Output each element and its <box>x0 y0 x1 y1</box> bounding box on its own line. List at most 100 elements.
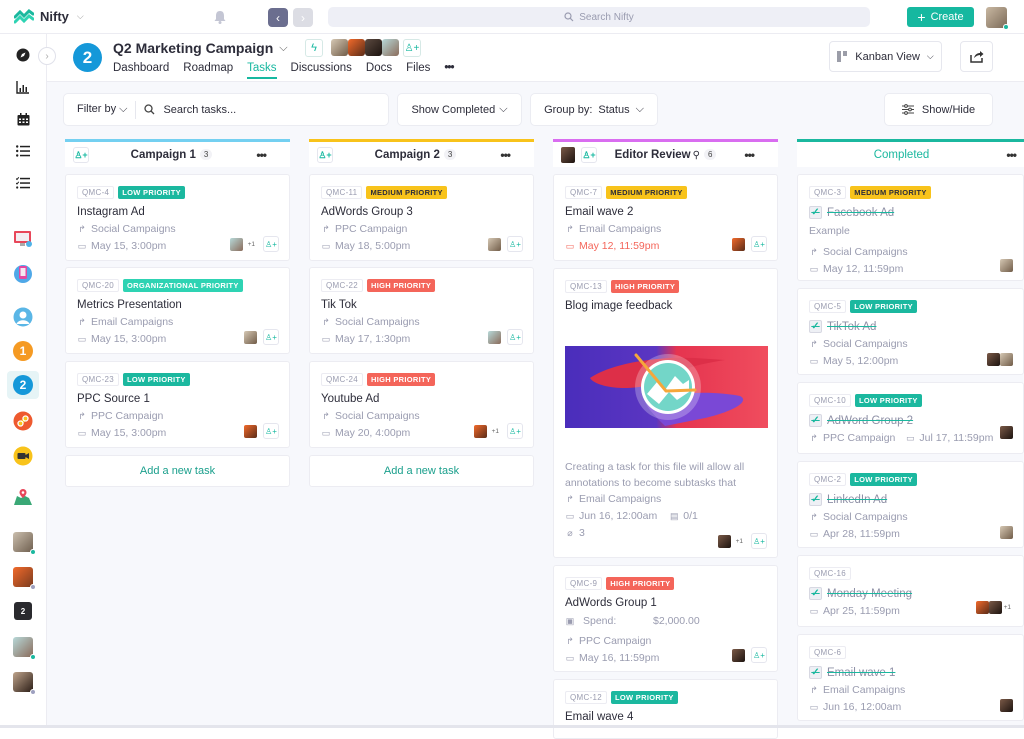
task-id: QMC-3 <box>809 186 846 199</box>
task-card[interactable]: QMC-13HIGH PRIORITY Blog image feedback … <box>553 268 778 558</box>
complete-checkbox[interactable]: ✓ <box>809 206 822 219</box>
share-button[interactable] <box>960 41 993 72</box>
task-due-date: May 16, 11:59pm <box>579 652 659 664</box>
back-button[interactable]: ‹ <box>268 8 288 27</box>
assign-button[interactable]: ♙+ <box>751 236 767 252</box>
tab-roadmap[interactable]: Roadmap <box>183 62 241 78</box>
attachment-image-preview[interactable] <box>565 346 768 428</box>
sidebar-dm-group[interactable]: 2 <box>12 600 34 622</box>
task-card[interactable]: QMC-24HIGH PRIORITY Youtube Ad ↱Social C… <box>309 361 534 448</box>
column-menu-button[interactable]: ••• <box>500 148 510 162</box>
tab-docs[interactable]: Docs <box>366 62 400 78</box>
complete-checkbox[interactable]: ✓ <box>809 493 822 506</box>
project-title[interactable]: Q2 Marketing Campaign ⌵ <box>113 40 288 56</box>
create-button[interactable]: + Create <box>907 7 974 27</box>
show-completed-dropdown[interactable]: Show Completed⌵ <box>397 93 522 126</box>
complete-checkbox[interactable]: ✓ <box>809 320 822 333</box>
sidebar-item-reports[interactable] <box>12 76 34 98</box>
assign-button[interactable]: ♙+ <box>263 236 279 252</box>
filter-by-label: Filter by <box>77 103 116 116</box>
column-menu-button[interactable]: ••• <box>256 148 266 162</box>
task-due-date: Apr 25, 11:59pm <box>823 605 900 617</box>
task-card[interactable]: QMC-7MEDIUM PRIORITY Email wave 2 ↱Email… <box>553 174 778 261</box>
global-search-input[interactable]: Search Nifty <box>328 7 870 27</box>
sidebar-dm-user-4[interactable] <box>12 671 34 693</box>
task-card[interactable]: QMC-16 ✓Monday Meeting ▭Apr 25, 11:59pm … <box>797 555 1024 627</box>
project-header: 2 Q2 Marketing Campaign ⌵ ϟ ♙+ Dashboard… <box>47 34 1024 82</box>
add-user-icon: ♙+ <box>509 240 521 249</box>
sidebar-project-1[interactable]: 1 <box>12 340 34 362</box>
list-arrow-icon: ↱ <box>809 247 819 258</box>
project-members: ♙+ <box>331 39 421 57</box>
task-due-date-overdue: May 12, 11:59pm <box>579 240 659 252</box>
sidebar-project-camera[interactable] <box>12 445 34 467</box>
column-menu-button[interactable]: ••• <box>744 148 754 162</box>
task-card[interactable]: QMC-3MEDIUM PRIORITY ✓Facebook Ad Exampl… <box>797 174 1024 281</box>
sidebar-item-tasks[interactable] <box>12 140 34 162</box>
task-card[interactable]: QMC-22HIGH PRIORITY Tik Tok ↱Social Camp… <box>309 267 534 354</box>
task-card[interactable]: QMC-20ORGANIZATIONAL PRIORITY Metrics Pr… <box>65 267 290 354</box>
sidebar-project-user[interactable] <box>12 306 34 328</box>
more-tabs-button[interactable]: ••• <box>444 62 461 78</box>
task-card[interactable]: QMC-4LOW PRIORITY Instagram Ad ↱Social C… <box>65 174 290 261</box>
workspace-switcher[interactable]: Nifty ⌵ <box>14 9 84 25</box>
tab-tasks[interactable]: Tasks <box>247 62 284 78</box>
kanban-column-editor-review: ♙+ Editor Review⚲6 ••• QMC-7MEDIUM PRIOR… <box>553 139 778 167</box>
task-search-input[interactable]: Search tasks... <box>163 104 236 116</box>
assign-button[interactable]: ♙+ <box>263 329 279 345</box>
task-card[interactable]: QMC-11MEDIUM PRIORITY AdWords Group 3 ↱P… <box>309 174 534 261</box>
sidebar-project-monitor[interactable] <box>12 228 34 250</box>
forward-button[interactable]: › <box>293 8 313 27</box>
task-card[interactable]: QMC-2LOW PRIORITY ✓LinkedIn Ad ↱Social C… <box>797 461 1024 548</box>
task-card[interactable]: QMC-9HIGH PRIORITY AdWords Group 1 ▣Spen… <box>553 565 778 672</box>
add-task-button[interactable]: Add a new task <box>309 455 534 487</box>
view-switcher[interactable]: Kanban View ⌵ <box>829 41 942 72</box>
member-avatar[interactable] <box>365 39 382 56</box>
task-card[interactable]: QMC-10LOW PRIORITY ✓AdWord Group 2 ↱PPC … <box>797 382 1024 454</box>
assign-button[interactable]: ♙+ <box>507 329 523 345</box>
away-status-dot <box>30 584 36 590</box>
assign-button[interactable]: ♙+ <box>751 647 767 663</box>
invite-member-button[interactable]: ♙+ <box>403 39 421 57</box>
top-bar: Nifty ⌵ ‹ › Search Nifty + Create <box>0 0 1024 34</box>
sidebar-dm-user-2[interactable] <box>12 566 34 588</box>
group-by-dropdown[interactable]: Group by:Status⌵ <box>530 93 658 126</box>
sidebar-dm-user-3[interactable] <box>12 636 34 658</box>
member-avatar[interactable] <box>331 39 348 56</box>
expand-sidebar-button[interactable]: › <box>38 47 56 65</box>
tab-dashboard[interactable]: Dashboard <box>113 62 177 78</box>
task-card[interactable]: QMC-6 ✓Email wave 1 ↱Email Campaigns ▭Ju… <box>797 634 1024 721</box>
column-menu-button[interactable]: ••• <box>1006 148 1016 162</box>
tab-discussions[interactable]: Discussions <box>291 62 360 78</box>
show-hide-button[interactable]: Show/Hide <box>884 93 993 126</box>
sidebar-dm-user-1[interactable] <box>12 531 34 553</box>
member-avatar[interactable] <box>382 39 399 56</box>
notification-bell-icon[interactable] <box>212 9 228 25</box>
sidebar-project-phone[interactable] <box>12 263 34 285</box>
assignee-avatar <box>488 331 501 344</box>
user-avatar[interactable] <box>986 7 1007 28</box>
sidebar-item-explore[interactable] <box>12 44 34 66</box>
complete-checkbox[interactable]: ✓ <box>809 666 822 679</box>
automations-button[interactable]: ϟ <box>305 39 323 57</box>
task-card[interactable]: QMC-23LOW PRIORITY PPC Source 1 ↱PPC Cam… <box>65 361 290 448</box>
assign-button[interactable]: ♙+ <box>751 533 767 549</box>
task-card[interactable]: QMC-12LOW PRIORITY Email wave 4 <box>553 679 778 739</box>
task-description: Example <box>809 225 850 237</box>
task-card[interactable]: QMC-5LOW PRIORITY ✓TikTok Ad ↱Social Cam… <box>797 288 1024 375</box>
group-badge: 2 <box>14 602 32 620</box>
sidebar-item-calendar[interactable] <box>12 108 34 130</box>
sidebar-project-map[interactable] <box>12 486 34 508</box>
sidebar-item-my-work[interactable] <box>12 172 34 194</box>
sidebar-project-link[interactable] <box>12 410 34 432</box>
tab-files[interactable]: Files <box>406 62 438 78</box>
complete-checkbox[interactable]: ✓ <box>809 587 822 600</box>
assign-button[interactable]: ♙+ <box>507 423 523 439</box>
filter-by-dropdown[interactable]: Filter by⌵ <box>77 103 127 116</box>
complete-checkbox[interactable]: ✓ <box>809 414 822 427</box>
assign-button[interactable]: ♙+ <box>507 236 523 252</box>
sidebar-project-2[interactable]: 2 <box>7 371 39 399</box>
member-avatar[interactable] <box>348 39 365 56</box>
add-task-button[interactable]: Add a new task <box>65 455 290 487</box>
assign-button[interactable]: ♙+ <box>263 423 279 439</box>
